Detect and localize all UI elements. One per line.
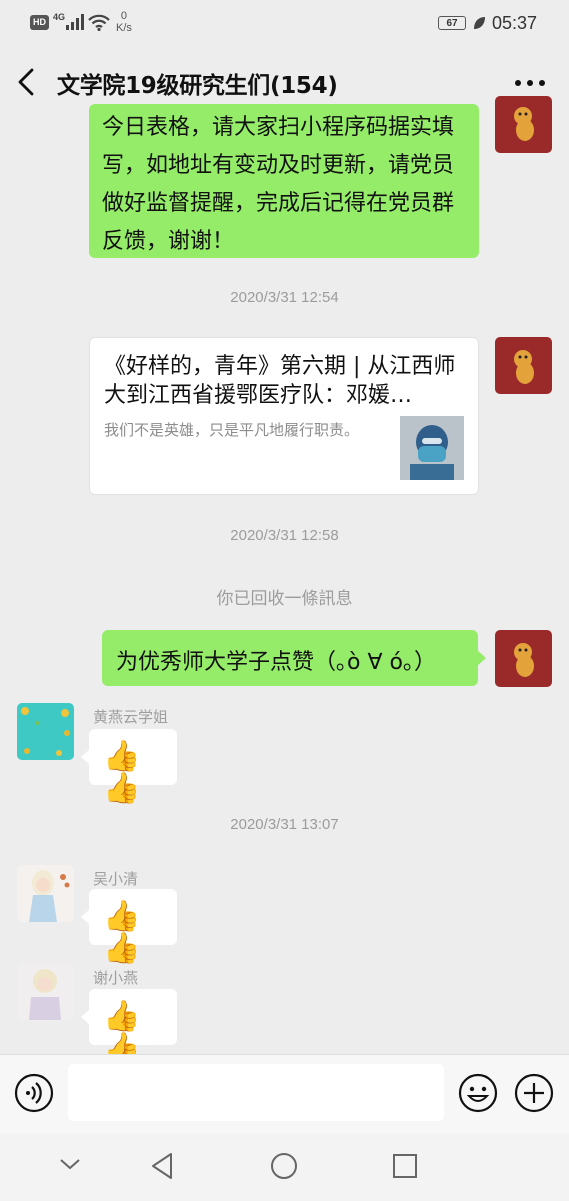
my-avatar[interactable]: [495, 337, 552, 394]
tiger-cartoon-avatar-icon: [514, 350, 534, 384]
thumbs-up-icon: 👍👍: [103, 899, 141, 966]
recall-notice: 你已回收一條訊息: [216, 589, 353, 609]
sender-name: 谢小燕: [93, 969, 139, 987]
net-speed-unit: K/s: [116, 22, 132, 34]
chat-title: 文学院19级研究生们(154): [57, 73, 338, 99]
article-title: 《好样的，青年》第六期 | 从江西师大到江西省援鄂医疗队：邓媛…: [104, 354, 456, 408]
article-thumbnail: [400, 416, 464, 480]
article-description: 我们不是英雄，只是平凡地履行职责。: [104, 421, 360, 439]
ellipsis-icon[interactable]: [512, 70, 548, 96]
voice-input-icon[interactable]: [14, 1073, 54, 1113]
thumbs-up-icon: 👍👍: [103, 739, 141, 806]
leaf-icon: [474, 17, 485, 29]
emoji-icon[interactable]: [458, 1073, 498, 1113]
sender-name: 黄燕云学姐: [93, 708, 169, 726]
network-type: 4G: [53, 12, 66, 22]
tiger-cartoon-avatar-icon: [514, 643, 534, 677]
medical-worker-photo-icon: [400, 416, 464, 480]
shared-article-card[interactable]: 《好样的，青年》第六期 | 从江西师大到江西省援鄂医疗队：邓媛… 我们不是英雄，…: [89, 337, 479, 495]
flowers-avatar-icon: [21, 707, 70, 756]
my-avatar[interactable]: [495, 96, 552, 153]
status-bar: HD 4G 0 K/s 67 05:37: [0, 0, 569, 50]
chevron-left-icon[interactable]: [16, 68, 38, 96]
clock: 05:37: [492, 13, 538, 33]
battery-indicator: 67: [438, 16, 466, 30]
sender-avatar[interactable]: [17, 963, 74, 1020]
tiger-cartoon-avatar-icon: [514, 107, 534, 141]
nav-home-icon[interactable]: [270, 1152, 298, 1180]
wifi-icon: [88, 14, 110, 31]
nav-recents-icon[interactable]: [392, 1153, 418, 1179]
plus-icon[interactable]: [514, 1073, 554, 1113]
sender-message-bubble[interactable]: 👍👍: [81, 729, 177, 805]
message-text: 今日表格，请大家扫小程序码据实填写，如地址有变动及时更新，请党员做好监督提醒，完…: [102, 115, 455, 254]
signal-icon: [66, 14, 84, 30]
sender-avatar[interactable]: [17, 865, 74, 922]
hd-badge: HD: [30, 15, 49, 30]
my-avatar[interactable]: [495, 630, 552, 687]
message-text: 为优秀师大学子点赞（｡ò ∀ ó｡）: [116, 650, 436, 675]
sender-avatar[interactable]: [17, 703, 74, 760]
sender-message-bubble[interactable]: 👍👍: [81, 989, 177, 1065]
my-message-bubble[interactable]: 为优秀师大学子点赞（｡ò ∀ ó｡）: [102, 630, 486, 686]
message-input[interactable]: [68, 1064, 444, 1121]
girl-portrait-avatar-icon: [29, 969, 61, 1020]
sender-name: 吴小清: [93, 870, 139, 888]
timestamp: 2020/3/31 12:54: [230, 289, 339, 306]
chevron-down-icon[interactable]: [58, 1156, 82, 1172]
my-message-bubble[interactable]: 今日表格，请大家扫小程序码据实填写，如地址有变动及时更新，请党员做好监督提醒，完…: [89, 104, 479, 258]
timestamp: 2020/3/31 13:07: [230, 816, 339, 833]
net-speed: 0 K/s: [116, 10, 132, 34]
sender-message-bubble[interactable]: 👍👍: [81, 889, 177, 965]
elsa-avatar-icon: [29, 870, 70, 922]
timestamp: 2020/3/31 12:58: [230, 527, 339, 544]
net-speed-value: 0: [120, 10, 128, 22]
nav-back-icon[interactable]: [149, 1151, 175, 1181]
